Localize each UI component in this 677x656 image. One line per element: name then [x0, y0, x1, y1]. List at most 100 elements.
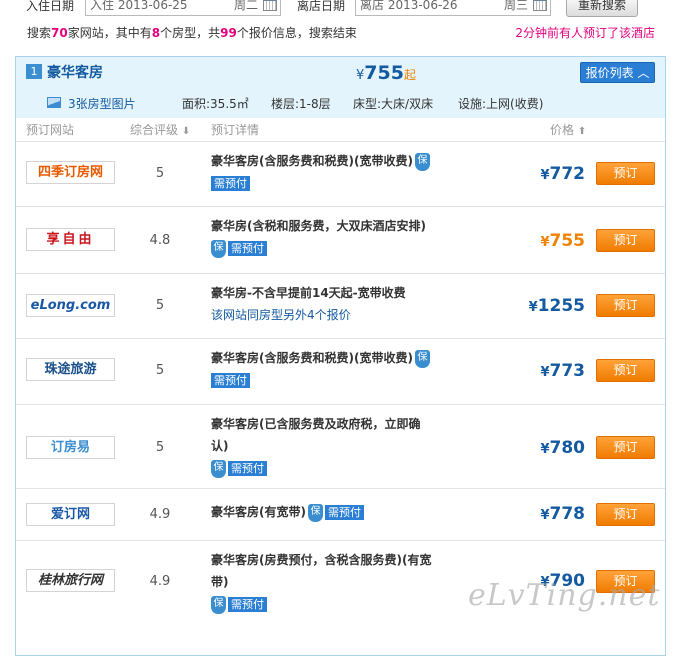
offer-price: ¥772 — [540, 164, 585, 184]
site-logo-text: 珠途旅游 — [44, 362, 97, 377]
site-logo[interactable]: 桂林旅行网 — [26, 569, 115, 592]
site-logo-text: 享自由 — [46, 232, 95, 247]
room-header: 1 豪华客房 ¥755起 报价列表 ︿ 3张房型图片 面积:35.5㎡ 楼层:1… — [16, 57, 665, 118]
site-logo[interactable]: eLong.com — [26, 294, 115, 317]
offer-row: eLong.com 5 豪华房-不含早提前14天起-宽带收费 该网站同房型另外4… — [16, 273, 665, 339]
prepay-badge: 需预付 — [324, 505, 364, 520]
guarantee-shield-icon: 保 — [307, 503, 323, 522]
guarantee-shield-icon: 保 — [414, 152, 430, 171]
guarantee-shield-icon: 保 — [211, 595, 226, 614]
room-name[interactable]: 豪华客房 — [47, 62, 103, 82]
offer-title[interactable]: 豪华房(含税和服务费，大双床酒店安排) — [211, 219, 426, 233]
price-value: 778 — [549, 504, 586, 524]
site-rating: 5 — [155, 440, 165, 455]
room-bed-type: 床型:大床/双床 — [353, 97, 434, 111]
site-rating: 4.9 — [149, 574, 171, 589]
checkout-date-input[interactable]: 离店 2013-06-26 周三 — [355, 0, 551, 16]
price-value: 780 — [549, 438, 586, 458]
site-rating: 5 — [155, 298, 165, 313]
site-logo[interactable]: 爱订网 — [26, 503, 115, 526]
site-rating: 4.8 — [149, 233, 171, 248]
offer-title-cont[interactable]: 带) — [211, 575, 229, 589]
book-button[interactable]: 预订 — [596, 162, 655, 185]
price-list-toggle-button[interactable]: 报价列表 ︿ — [580, 62, 655, 83]
summary-text: 搜索 — [27, 26, 52, 40]
checkout-date-value: 离店 2013-06-26 — [360, 0, 458, 12]
checkout-label: 离店日期 — [297, 0, 346, 13]
room-area: 面积:35.5㎡ — [182, 97, 249, 111]
book-button[interactable]: 预订 — [596, 436, 655, 459]
currency-symbol: ¥ — [540, 442, 550, 457]
site-logo-text: 爱订网 — [50, 507, 90, 522]
offer-detail: 豪华客房(含服务费和税费)(宽带收费) 保 需预付 — [211, 150, 461, 194]
site-logo-text: 四季订房网 — [37, 165, 103, 180]
search-summary: 搜索70家网站，其中有8个房型，共99个报价信息，搜索结束 — [27, 24, 357, 41]
other-offers-link[interactable]: 该网站同房型另外4个报价 — [211, 308, 351, 322]
offer-title[interactable]: 豪华客房(有宽带) — [211, 505, 306, 519]
price-value: 1255 — [537, 296, 585, 316]
currency-symbol: ¥ — [540, 365, 550, 380]
offer-title[interactable]: 豪华客房(已含服务费及政府税，立即确 — [211, 417, 421, 431]
site-logo[interactable]: 订房易 — [26, 436, 115, 459]
recent-booking-notice: 2分钟前有人预订了该酒店 — [515, 26, 655, 40]
offer-title[interactable]: 豪华房-不含早提前14天起-宽带收费 — [211, 286, 406, 300]
book-button[interactable]: 预订 — [596, 503, 655, 526]
currency-symbol: ¥ — [540, 508, 550, 523]
site-rating: 5 — [155, 363, 165, 378]
offer-detail: 豪华客房(房费预付，含税含服务费)(有宽 带) 保需预付 — [211, 549, 461, 615]
book-button[interactable]: 预订 — [596, 229, 655, 252]
checkin-date-input[interactable]: 入住 2013-06-25 周二 — [85, 0, 281, 16]
prepay-badge: 需预付 — [228, 461, 267, 476]
prepay-badge: 需预付 — [228, 241, 267, 256]
checkout-weekday: 周三 — [503, 0, 528, 12]
site-logo[interactable]: 珠途旅游 — [26, 358, 115, 381]
column-rating[interactable]: 综合评级 ⬇ — [130, 121, 190, 138]
offer-row: 爱订网 4.9 豪华客房(有宽带) 保需预付 ¥778 预订 — [16, 488, 665, 541]
image-icon — [47, 97, 61, 108]
checkin-label: 入住日期 — [26, 0, 75, 13]
offer-title[interactable]: 豪华客房(房费预付，含税含服务费)(有宽 — [211, 553, 431, 567]
site-logo-text: 订房易 — [50, 440, 90, 455]
guarantee-shield-icon: 保 — [211, 459, 226, 478]
currency-symbol: ¥ — [540, 168, 550, 183]
offer-detail: 豪华客房(已含服务费及政府税，立即确 认) 保需预付 — [211, 413, 461, 479]
offer-title[interactable]: 豪华客房(含服务费和税费)(宽带收费) — [211, 154, 413, 168]
offer-detail: 豪华客房(含服务费和税费)(宽带收费) 保 需预付 — [211, 347, 461, 391]
guarantee-shield-icon: 保 — [414, 349, 430, 368]
offer-title-cont[interactable]: 认) — [211, 439, 229, 453]
room-floor: 楼层:1-8层 — [271, 97, 331, 111]
price-value: 755 — [364, 62, 404, 84]
offer-price: ¥780 — [540, 438, 585, 458]
book-button[interactable]: 预订 — [596, 359, 655, 382]
column-detail: 预订详情 — [211, 123, 260, 137]
summary-text: 家网站，其中有 — [67, 26, 152, 40]
offer-row: 享自由 4.8 豪华房(含税和服务费，大双床酒店安排) 保需预付 ¥755 预订 — [16, 206, 665, 274]
offer-price: ¥755 — [540, 231, 585, 251]
site-logo[interactable]: 享自由 — [26, 228, 115, 251]
offer-row: 四季订房网 5 豪华客房(含服务费和税费)(宽带收费) 保 需预付 ¥772 预订 — [16, 141, 665, 207]
calendar-icon[interactable] — [533, 0, 547, 11]
offer-price: ¥1255 — [529, 296, 585, 316]
research-button[interactable]: 重新搜索 — [566, 0, 638, 17]
room-panel: 1 豪华客房 ¥755起 报价列表 ︿ 3张房型图片 面积:35.5㎡ 楼层:1… — [15, 56, 666, 656]
offer-row: 珠途旅游 5 豪华客房(含服务费和税费)(宽带收费) 保 需预付 ¥773 预订 — [16, 338, 665, 405]
offers-count: 99 — [220, 26, 237, 40]
site-rating: 4.9 — [149, 507, 171, 522]
site-logo[interactable]: 四季订房网 — [26, 161, 115, 184]
room-lowest-price: ¥755起 — [356, 62, 416, 84]
checkin-weekday: 周二 — [233, 0, 258, 12]
offer-title[interactable]: 豪华客房(含服务费和税费)(宽带收费) — [211, 351, 413, 365]
calendar-icon[interactable] — [263, 0, 277, 11]
price-value: 772 — [549, 164, 586, 184]
room-photos-link[interactable]: 3张房型图片 — [68, 95, 136, 112]
summary-text: 个房型，共 — [160, 26, 221, 40]
site-rating: 5 — [155, 166, 165, 181]
price-suffix: 起 — [403, 68, 416, 82]
book-button[interactable]: 预订 — [596, 294, 655, 317]
sort-up-icon: ⬆ — [577, 126, 587, 137]
site-logo-text: eLong.com — [30, 298, 111, 313]
sites-count: 70 — [51, 26, 68, 40]
currency-symbol: ¥ — [528, 300, 538, 315]
column-rating-label: 综合评级 — [130, 123, 179, 137]
column-price[interactable]: 价格 ⬆ — [550, 121, 586, 138]
